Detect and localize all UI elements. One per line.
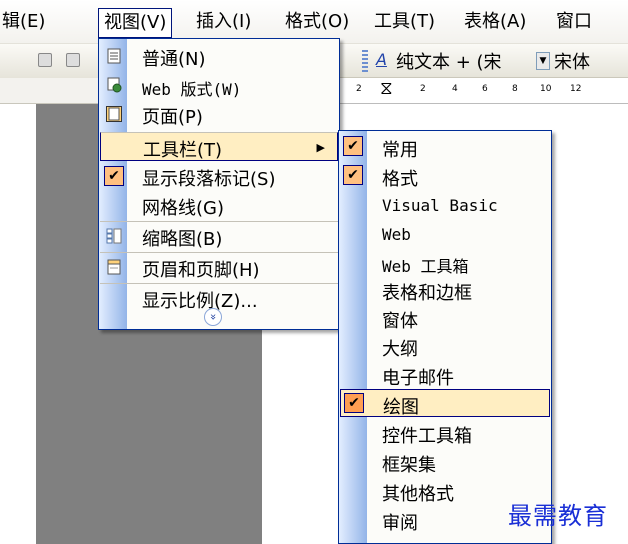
horizontal-ruler[interactable]: 2 ⧖ 2 4 6 8 10 12 — [340, 78, 628, 104]
watermark-text: 最需教育 — [508, 502, 608, 530]
toolbar-item-standard[interactable]: ✔ 常用 — [340, 133, 550, 161]
toolbar-item-drawing[interactable]: ✔ 绘图 — [340, 389, 550, 418]
permission-icon[interactable] — [38, 53, 52, 67]
ruler-left-segment — [0, 78, 98, 104]
menu-item-label: 页眉和页脚(H) — [142, 260, 260, 281]
menu-item-label: 普通(N) — [142, 49, 206, 70]
menu-format[interactable]: 格式(O) — [285, 8, 349, 38]
menu-item-label: 表格和边框 — [382, 283, 472, 304]
toolbar-item-frames[interactable]: 框架集 — [340, 448, 550, 476]
toolbar-grip-icon[interactable] — [362, 50, 368, 72]
check-icon: ✔ — [343, 165, 363, 185]
indent-marker-icon[interactable]: ⧖ — [380, 80, 393, 98]
menu-item-label: Web — [382, 225, 411, 244]
chevron-double-down-icon: » — [204, 308, 222, 326]
view-menu-dropdown: 普通(N) Web 版式(W) 页面(P) 工具栏(T) ▶ ✔ 显示段落标记(… — [98, 38, 340, 330]
menu-item-label: 审阅 — [382, 513, 418, 534]
ruler-tick: 4 — [452, 84, 458, 94]
menu-item-label: 窗体 — [382, 311, 418, 332]
view-menu-expand[interactable]: » — [100, 303, 338, 332]
check-icon: ✔ — [343, 136, 363, 156]
menu-view[interactable]: 视图(V) — [98, 8, 173, 38]
menu-item-label: 绘图 — [383, 397, 419, 418]
view-menu-item-show-paragraph-marks[interactable]: ✔ 显示段落标记(S) — [100, 162, 338, 191]
menu-item-label: 显示段落标记(S) — [142, 169, 276, 190]
menu-item-label: 控件工具箱 — [382, 426, 472, 447]
style-dropdown-arrow-icon[interactable]: ▼ — [536, 52, 550, 70]
toolbar-item-outlining[interactable]: 大纲 — [340, 332, 550, 360]
menu-item-label: Web 版式(W) — [142, 80, 242, 99]
menu-item-label: 框架集 — [382, 455, 436, 476]
ruler-tick: 2 — [420, 84, 426, 94]
ruler-tick: 2 — [356, 84, 362, 94]
submenu-arrow-icon: ▶ — [316, 141, 325, 154]
ruler-tick: 8 — [512, 84, 518, 94]
style-combo[interactable]: 纯文本 + (宋 — [396, 48, 502, 74]
toolbar-item-tables-borders[interactable]: 表格和边框 — [340, 276, 550, 304]
view-menu-item-toolbars[interactable]: 工具栏(T) ▶ — [100, 132, 338, 161]
view-menu-item-gridlines[interactable]: 网格线(G) — [100, 191, 338, 220]
menu-item-label: 工具栏(T) — [143, 140, 223, 161]
toolbar-item-email[interactable]: 电子邮件 — [340, 361, 550, 389]
view-menu-item-page-layout[interactable]: 页面(P) — [100, 100, 338, 129]
menu-item-label: 缩略图(B) — [142, 229, 223, 250]
menu-item-label: 格式 — [382, 169, 418, 190]
font-combo[interactable]: 宋体 — [554, 48, 590, 74]
toolbars-submenu: ✔ 常用 ✔ 格式 Visual Basic Web Web 工具箱 表格和边框… — [338, 130, 552, 544]
formatting-toolbar: A 纯文本 + (宋 ▼ 宋体 — [340, 44, 628, 78]
web-layout-icon — [107, 77, 122, 93]
toolbar-item-web[interactable]: Web — [340, 220, 550, 248]
menu-item-label: 网格线(G) — [142, 198, 224, 219]
header-footer-icon — [107, 259, 121, 275]
normal-view-icon — [107, 48, 121, 64]
toolbar-item-forms[interactable]: 窗体 — [340, 304, 550, 332]
menu-table[interactable]: 表格(A) — [464, 8, 526, 38]
menu-item-label: Web 工具箱 — [382, 257, 469, 276]
ruler-tick: 6 — [482, 84, 488, 94]
check-icon: ✔ — [344, 393, 364, 413]
menu-item-label: Visual Basic — [382, 196, 498, 215]
menu-item-label: 页面(P) — [142, 107, 203, 128]
toolbar-item-control-toolbox[interactable]: 控件工具箱 — [340, 419, 550, 447]
thumbnail-icon — [106, 228, 122, 244]
toolbar-item-web-tools[interactable]: Web 工具箱 — [340, 248, 550, 276]
menu-tools[interactable]: 工具(T) — [374, 8, 435, 38]
menu-item-label: 大纲 — [382, 339, 418, 360]
print-icon[interactable] — [66, 53, 80, 67]
menu-insert[interactable]: 插入(I) — [196, 8, 251, 38]
menu-item-label: 电子邮件 — [382, 368, 454, 389]
check-icon: ✔ — [104, 166, 124, 186]
view-menu-item-web-layout[interactable]: Web 版式(W) — [100, 71, 338, 100]
toolbar-item-visual-basic[interactable]: Visual Basic — [340, 191, 550, 219]
view-menu-item-header-footer[interactable]: 页眉和页脚(H) — [100, 252, 338, 281]
standard-toolbar-partial — [0, 44, 98, 78]
view-menu-item-thumbnails[interactable]: 缩略图(B) — [100, 221, 338, 250]
menu-item-label: 常用 — [382, 140, 418, 161]
view-menu-item-normal[interactable]: 普通(N) — [100, 42, 338, 71]
toolbar-item-formatting[interactable]: ✔ 格式 — [340, 162, 550, 190]
menu-window[interactable]: 窗口 — [556, 8, 592, 38]
ruler-tick: 12 — [570, 84, 582, 94]
ruler-tick: 10 — [540, 84, 552, 94]
styles-pane-icon[interactable]: A — [376, 50, 387, 69]
menu-edit[interactable]: 辑(E) — [2, 8, 45, 38]
page-layout-icon — [106, 106, 122, 122]
menu-item-label: 其他格式 — [382, 484, 454, 505]
